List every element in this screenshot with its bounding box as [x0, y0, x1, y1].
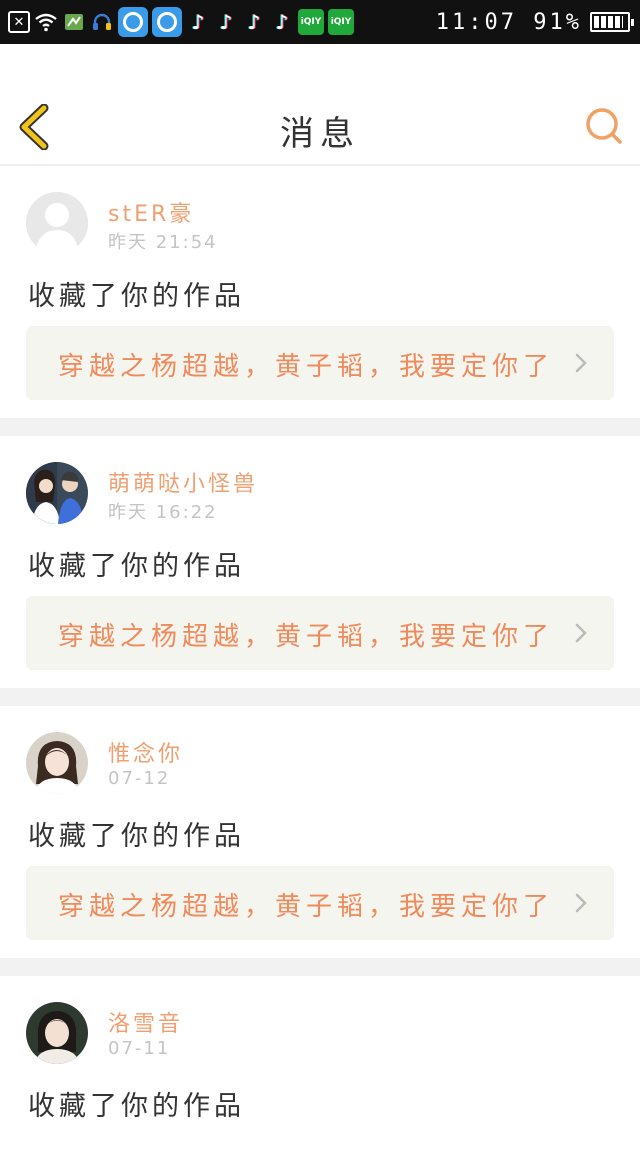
avatar[interactable] [26, 192, 88, 254]
chevron-right-icon [575, 353, 587, 373]
message-list: stER豪 昨天 21:54 收藏了你的作品 穿越之杨超越，黄子韬，我要定你了 … [0, 166, 640, 1176]
tiktok-icon: ♪ [219, 10, 233, 34]
user-photo-avatar [26, 732, 88, 794]
message-item: stER豪 昨天 21:54 收藏了你的作品 穿越之杨超越，黄子韬，我要定你了 [0, 166, 640, 418]
wifi-icon [34, 10, 58, 34]
headset-icon [90, 10, 114, 34]
chevron-right-icon [575, 893, 587, 913]
work-link[interactable]: 穿越之杨超越，黄子韬，我要定你了 [26, 866, 614, 940]
work-title: 穿越之杨超越，黄子韬，我要定你了 [58, 622, 555, 652]
avatar[interactable] [26, 732, 88, 794]
avatar[interactable] [26, 462, 88, 524]
blue-circle-app-icon [118, 7, 148, 37]
user-photo-avatar [26, 1002, 88, 1064]
notification-icons: ✕ ♪ ♪ ♪ ♪ iQIY iQIY [8, 6, 354, 38]
timestamp: 昨天 21:54 [108, 232, 218, 253]
iqiyi-icon: iQIY [328, 9, 354, 35]
battery-icon [590, 12, 634, 32]
blue-circle-app-icon [152, 7, 182, 37]
app-icon [62, 10, 86, 34]
divider [0, 418, 640, 436]
time-battery-text: 11:07 91% [435, 9, 582, 35]
timestamp: 07-12 [108, 768, 171, 789]
divider [0, 688, 640, 706]
work-title: 穿越之杨超越，黄子韬，我要定你了 [58, 352, 555, 382]
battery-level [594, 16, 624, 28]
username[interactable]: 惟念你 [108, 736, 183, 768]
message-item: 洛雪音 07-11 收藏了你的作品 [0, 976, 640, 1176]
status-bar: ✕ ♪ ♪ ♪ ♪ iQIY iQIY 11:07 91% [0, 0, 640, 44]
default-avatar-icon [26, 192, 88, 254]
work-link[interactable]: 穿越之杨超越，黄子韬，我要定你了 [26, 326, 614, 400]
username[interactable]: stER豪 [108, 196, 194, 228]
action-text: 收藏了你的作品 [28, 551, 245, 582]
top-app-bar: 消息 [0, 44, 640, 166]
message-item: 惟念你 07-12 收藏了你的作品 穿越之杨超越，黄子韬，我要定你了 [0, 706, 640, 958]
user-photo-avatar [26, 462, 88, 524]
action-text: 收藏了你的作品 [28, 821, 245, 852]
action-text: 收藏了你的作品 [28, 1091, 245, 1122]
username[interactable]: 洛雪音 [108, 1006, 183, 1038]
timestamp: 07-11 [108, 1038, 171, 1059]
tiktok-icon: ♪ [191, 10, 205, 34]
divider [0, 958, 640, 976]
chevron-right-icon [575, 623, 587, 643]
username[interactable]: 萌萌哒小怪兽 [108, 466, 258, 498]
work-title: 穿越之杨超越，黄子韬，我要定你了 [58, 892, 555, 922]
message-item: 萌萌哒小怪兽 昨天 16:22 收藏了你的作品 穿越之杨超越，黄子韬，我要定你了 [0, 436, 640, 688]
search-icon [586, 108, 622, 144]
work-link[interactable]: 穿越之杨超越，黄子韬，我要定你了 [26, 596, 614, 670]
tiktok-icon: ♪ [275, 10, 289, 34]
iqiyi-icon: iQIY [298, 9, 324, 35]
status-right: 11:07 91% [435, 6, 634, 38]
action-text: 收藏了你的作品 [28, 281, 245, 312]
timestamp: 昨天 16:22 [108, 502, 218, 523]
page-title: 消息 [280, 114, 360, 154]
tiktok-icon: ♪ [247, 10, 261, 34]
close-box-icon: ✕ [8, 11, 30, 33]
avatar[interactable] [26, 1002, 88, 1064]
search-button[interactable] [584, 106, 624, 146]
